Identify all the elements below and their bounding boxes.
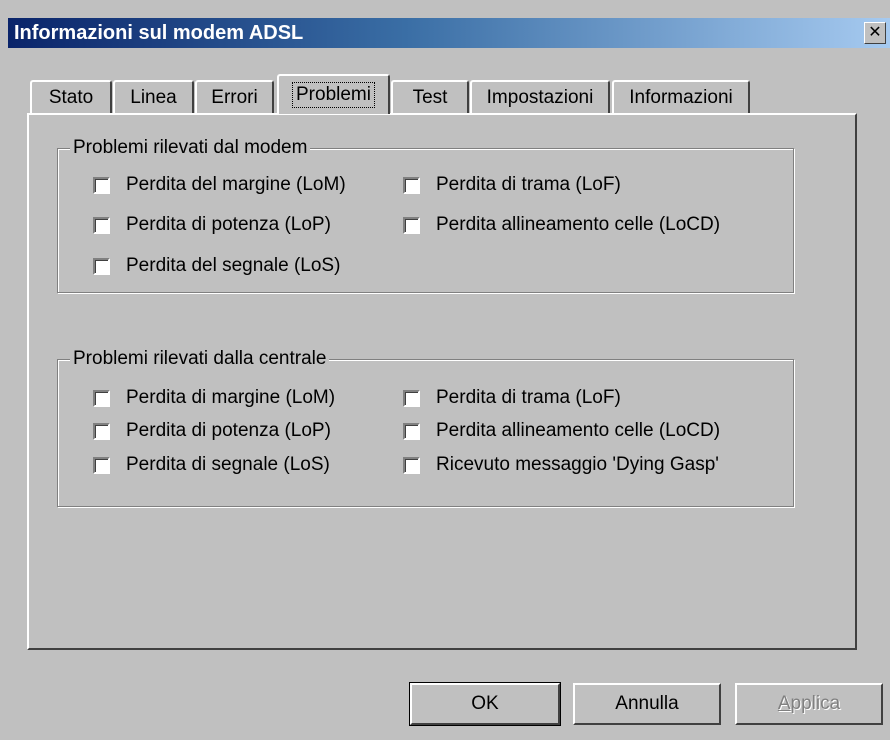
checkbox-label: Perdita allineamento celle (LoCD) [436, 420, 721, 441]
checkbox-label: Perdita del margine (LoM) [126, 174, 346, 195]
window-title: Informazioni sul modem ADSL [14, 22, 304, 44]
checkbox-box[interactable] [403, 216, 420, 234]
tab-test[interactable]: Test [391, 80, 469, 113]
tab-label: Stato [48, 86, 94, 108]
checkbox-label: Perdita di segnale (LoS) [126, 454, 330, 475]
tab-impostazioni[interactable]: Impostazioni [470, 80, 610, 113]
checkbox-box[interactable] [93, 389, 110, 407]
checkbox-central-lof[interactable]: Perdita di trama (LoF) [403, 387, 621, 409]
group-legend: Problemi rilevati dal modem [70, 137, 311, 159]
group-central-problems: Problemi rilevati dalla centrale Perdita… [57, 348, 794, 507]
checkbox-label: Perdita di potenza (LoP) [126, 420, 331, 441]
checkbox-modem-los[interactable]: Perdita del segnale (LoS) [93, 255, 340, 277]
checkbox-box[interactable] [93, 422, 110, 440]
checkbox-modem-lop[interactable]: Perdita di potenza (LoP) [93, 214, 331, 236]
cancel-button-label: Annulla [615, 693, 679, 714]
checkbox-label: Perdita del segnale (LoS) [126, 255, 341, 276]
checkbox-box[interactable] [403, 456, 420, 474]
tab-linea[interactable]: Linea [113, 80, 194, 113]
checkbox-central-lop[interactable]: Perdita di potenza (LoP) [93, 420, 331, 442]
tab-problemi[interactable]: Problemi [277, 74, 390, 114]
tab-errori[interactable]: Errori [195, 80, 274, 113]
title-bar[interactable]: Informazioni sul modem ADSL ✕ [8, 18, 890, 48]
checkbox-label: Perdita di margine (LoM) [126, 387, 336, 408]
ok-button[interactable]: OK [409, 682, 561, 726]
checkbox-label: Perdita di potenza (LoP) [126, 214, 331, 235]
tab-label: Linea [130, 86, 177, 108]
apply-button-label: Applica [777, 693, 841, 714]
tab-label: Problemi [292, 82, 375, 108]
group-legend: Problemi rilevati dalla centrale [70, 348, 330, 370]
checkbox-label: Ricevuto messaggio 'Dying Gasp' [436, 454, 719, 475]
apply-button[interactable]: Applica [735, 683, 883, 725]
dialog-window: Informazioni sul modem ADSL ✕ Stato Line… [0, 0, 890, 740]
checkbox-modem-locd[interactable]: Perdita allineamento celle (LoCD) [403, 214, 720, 236]
tab-stato[interactable]: Stato [30, 80, 112, 113]
checkbox-box[interactable] [93, 257, 110, 275]
checkbox-box[interactable] [403, 389, 420, 407]
checkbox-central-locd[interactable]: Perdita allineamento celle (LoCD) [403, 420, 720, 442]
checkbox-label: Perdita di trama (LoF) [436, 174, 621, 195]
checkbox-central-dying-gasp[interactable]: Ricevuto messaggio 'Dying Gasp' [403, 454, 719, 476]
checkbox-central-lom[interactable]: Perdita di margine (LoM) [93, 387, 335, 409]
group-modem-problems: Problemi rilevati dal modem Perdita del … [57, 137, 794, 293]
tab-label: Informazioni [629, 86, 733, 108]
checkbox-box[interactable] [93, 456, 110, 474]
tab-label: Errori [211, 86, 258, 108]
close-button[interactable]: ✕ [864, 22, 886, 44]
checkbox-modem-lof[interactable]: Perdita di trama (LoF) [403, 174, 621, 196]
checkbox-box[interactable] [93, 176, 110, 194]
checkbox-label: Perdita di trama (LoF) [436, 387, 621, 408]
checkbox-label: Perdita allineamento celle (LoCD) [436, 214, 721, 235]
tab-panel-problemi: Problemi rilevati dal modem Perdita del … [27, 113, 857, 650]
tab-label: Impostazioni [486, 86, 594, 108]
tab-informazioni[interactable]: Informazioni [612, 80, 750, 113]
ok-button-label: OK [471, 693, 499, 714]
checkbox-box[interactable] [403, 176, 420, 194]
checkbox-box[interactable] [93, 216, 110, 234]
checkbox-box[interactable] [403, 422, 420, 440]
close-icon: ✕ [868, 24, 882, 41]
tab-label: Test [412, 86, 448, 108]
checkbox-modem-lom[interactable]: Perdita del margine (LoM) [93, 174, 346, 196]
checkbox-central-los[interactable]: Perdita di segnale (LoS) [93, 454, 330, 476]
cancel-button[interactable]: Annulla [573, 683, 721, 725]
